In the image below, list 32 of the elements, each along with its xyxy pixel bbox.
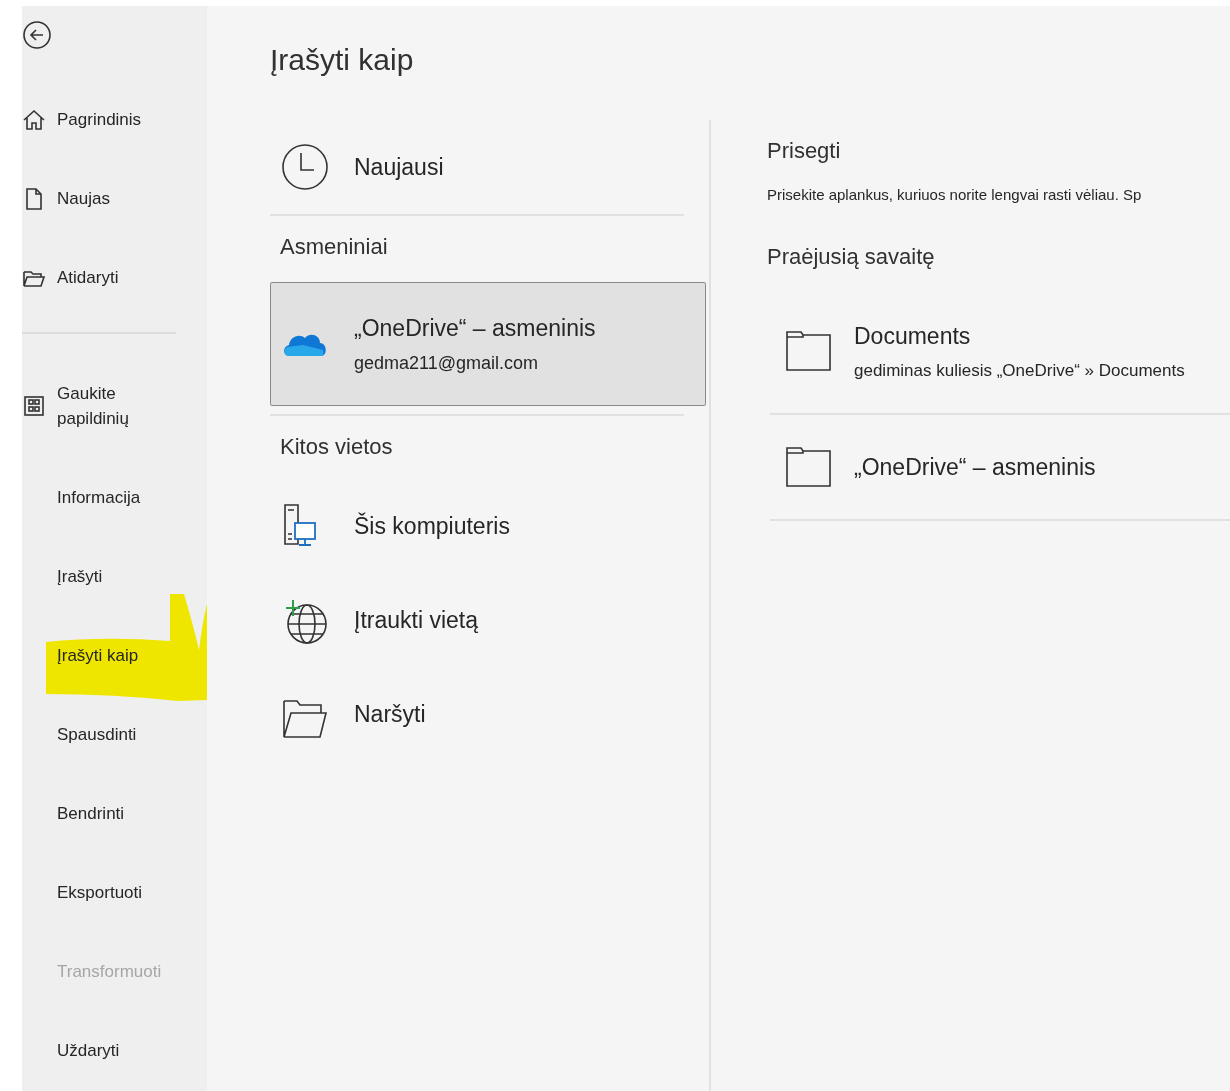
hint-text: Prisekite aplankus, kuriuos norite lengvai rasti vėliau. Sp [767,185,1143,205]
menu-item[interactable]: Uždaryti [22,1011,207,1090]
section-heading: Kitos vietos [279,432,394,461]
folder-icon [784,445,832,489]
section-heading: Praėjusią savaitę [767,243,936,271]
menu-item[interactable]: Įrašyti [22,537,207,616]
menu-item[interactable]: Įrašyti kaip [22,616,207,695]
menu-item[interactable]: Informacija [22,458,207,537]
section-heading: Prisegti [767,137,842,165]
location-item[interactable]: „OneDrive“ – asmeninis gedma211@gmail.com [270,282,706,406]
menu-item[interactable]: Pagrindinis [22,80,207,159]
account-email: gedma211@gmail.com [354,351,540,375]
location-item[interactable]: Naršyti [270,667,706,762]
clock-icon [281,143,329,191]
grid-icon [22,394,46,418]
menu-item[interactable]: Naujas [22,159,207,238]
folder-path: gediminas kuliesis „OneDrive“ » Documents [854,359,1185,382]
back-button[interactable] [22,20,52,50]
page-title: Įrašyti kaip [270,42,415,78]
menu-item[interactable]: Bendrinti [22,774,207,853]
folder-item[interactable]: „OneDrive“ – asmeninis [770,415,1230,521]
section-heading: Asmeniniai [279,233,389,261]
menu-item[interactable]: Gaukite papildinių [22,354,207,458]
location-item[interactable]: Naujausi [270,120,706,214]
menu-item[interactable]: Atidaryti [22,238,207,317]
home-icon [22,107,46,132]
menu-item[interactable]: Spausdinti [22,695,207,774]
folder-item[interactable]: Documents gediminas kuliesis „OneDrive“ » Documents [770,289,1230,415]
location-item[interactable]: Šis kompiuteris [270,479,706,574]
location-item[interactable]: Įtraukti vietą [270,573,706,668]
folder-icon [784,329,832,373]
menu-item[interactable]: Eksportuoti [22,853,207,932]
